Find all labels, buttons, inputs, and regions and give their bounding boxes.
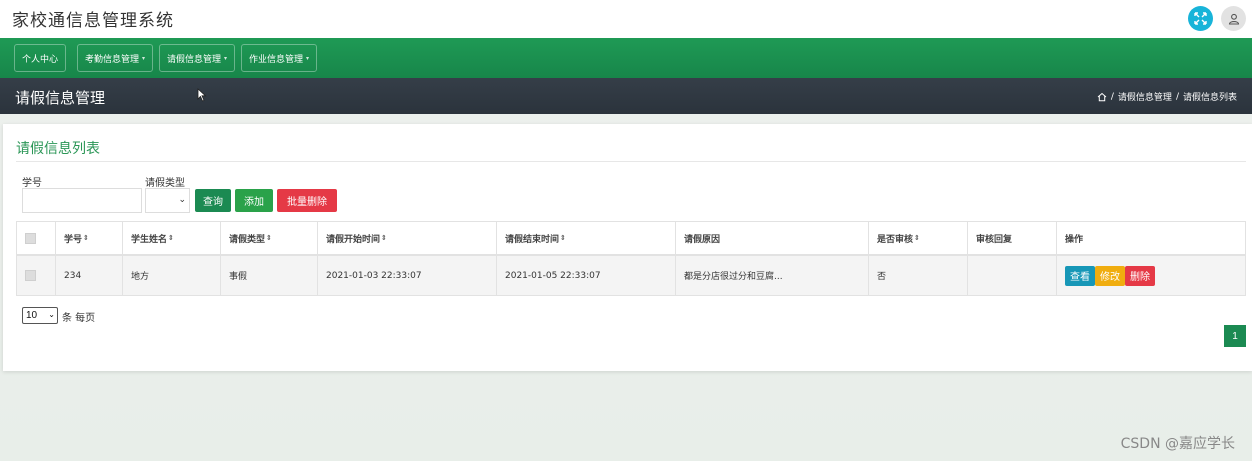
card-title: 请假信息列表 xyxy=(16,141,100,157)
leave-type-select[interactable]: ⌄ xyxy=(145,188,190,213)
column-header[interactable]: 请假结束时间 ⇕ xyxy=(496,222,675,254)
chevron-down-icon: ⌄ xyxy=(48,310,55,319)
breadcrumb-separator: / xyxy=(1110,91,1114,102)
cell-student-name: 地方 xyxy=(122,256,220,295)
student-id-input[interactable] xyxy=(22,188,142,213)
page-size-label: 条 每页 xyxy=(62,313,96,324)
column-header-label: 请假开始时间 xyxy=(326,234,381,245)
column-header: 请假原因 xyxy=(675,222,868,254)
home-icon[interactable] xyxy=(1097,92,1107,102)
column-header[interactable]: 是否审核 ⇕ xyxy=(868,222,967,254)
page-size-value: 10 xyxy=(26,310,38,321)
student-id-label: 学号 xyxy=(22,178,42,189)
cell-leave-type: 事假 xyxy=(220,256,317,295)
column-header[interactable]: 请假开始时间 ⇕ xyxy=(317,222,496,254)
cell-student-id: 234 xyxy=(55,256,122,295)
leave-type-label: 请假类型 xyxy=(145,178,185,189)
expand-icon xyxy=(1194,12,1207,25)
cell-reviewed: 否 xyxy=(868,256,967,295)
breadcrumb: / 请假信息管理 / 请假信息列表 xyxy=(1097,90,1237,103)
table-row: 234 地方 事假 2021-01-03 22:33:07 2021-01-05… xyxy=(17,256,1245,295)
column-header-label: 审核回复 xyxy=(976,234,1013,245)
nav-item-attendance[interactable]: 考勤信息管理 ▾ xyxy=(77,44,154,72)
nav-item-homework[interactable]: 作业信息管理 ▾ xyxy=(241,44,318,72)
chevron-down-icon: ▾ xyxy=(224,54,228,62)
sort-icon: ⇕ xyxy=(381,234,387,242)
add-button[interactable]: 添加 xyxy=(235,189,273,212)
batch-delete-button[interactable]: 批量删除 xyxy=(277,189,337,212)
column-header-label: 请假结束时间 xyxy=(505,234,560,245)
top-bar: 家校通信息管理系统 xyxy=(0,0,1252,38)
column-header-label: 请假类型 xyxy=(229,234,266,245)
sort-icon: ⇕ xyxy=(83,234,89,242)
cell-reason: 都是分店很过分和豆腐... xyxy=(675,256,868,295)
user-icon xyxy=(1228,13,1239,25)
nav-item-leave[interactable]: 请假信息管理 ▾ xyxy=(159,44,236,72)
cell-actions: 查看 修改 删除 xyxy=(1056,256,1245,295)
cell-reply xyxy=(967,256,1056,295)
column-header-label: 学号 xyxy=(64,234,83,245)
column-header-label: 操作 xyxy=(1065,234,1084,245)
breadcrumb-separator: / xyxy=(1175,91,1179,102)
select-all-checkbox[interactable] xyxy=(25,232,36,244)
nav-item-label: 作业信息管理 xyxy=(249,54,304,65)
user-menu-button[interactable] xyxy=(1221,6,1246,31)
column-header: 操作 xyxy=(1056,222,1245,254)
query-button[interactable]: 查询 xyxy=(195,189,231,212)
select-all-cell xyxy=(17,222,55,254)
sort-icon: ⇕ xyxy=(168,234,174,242)
fullscreen-button[interactable] xyxy=(1188,6,1213,31)
column-header: 审核回复 xyxy=(967,222,1056,254)
cell-start-time: 2021-01-03 22:33:07 xyxy=(317,256,496,295)
page-header: 请假信息管理 / 请假信息管理 / 请假信息列表 xyxy=(0,78,1252,114)
chevron-down-icon: ▾ xyxy=(306,54,310,62)
watermark: CSDN @嘉应学长 xyxy=(1120,436,1235,452)
table-header: 学号 ⇕ 学生姓名 ⇕ 请假类型 ⇕ 请假开始时间 ⇕ 请假结束时间 ⇕ 请假原因 是否审… xyxy=(17,222,1245,256)
nav-item-label: 请假信息管理 xyxy=(167,54,222,65)
delete-button[interactable]: 删除 xyxy=(1125,265,1155,286)
sort-icon: ⇕ xyxy=(914,234,920,242)
nav-item-label: 个人中心 xyxy=(22,54,59,65)
row-checkbox[interactable] xyxy=(25,270,36,281)
app-title: 家校通信息管理系统 xyxy=(12,11,174,31)
column-header[interactable]: 请假类型 ⇕ xyxy=(220,222,317,254)
view-button[interactable]: 查看 xyxy=(1065,265,1095,286)
breadcrumb-item[interactable]: 请假信息管理 xyxy=(1118,90,1172,103)
breadcrumb-item-current: 请假信息列表 xyxy=(1182,93,1237,103)
cell-end-time: 2021-01-05 22:33:07 xyxy=(496,256,675,295)
leave-list-card: 请假信息列表 学号 请假类型 ⌄ 查询 添加 批量删除 学号 ⇕ 学生姓名 ⇕ 请假… xyxy=(3,124,1252,371)
page-size-select[interactable]: 10 ⌄ xyxy=(22,307,58,324)
column-header[interactable]: 学号 ⇕ xyxy=(55,222,122,254)
column-header-label: 学生姓名 xyxy=(131,234,168,245)
column-header-label: 是否审核 xyxy=(877,234,914,245)
leave-table: 学号 ⇕ 学生姓名 ⇕ 请假类型 ⇕ 请假开始时间 ⇕ 请假结束时间 ⇕ 请假原因 是否审… xyxy=(16,221,1246,296)
nav-item-personal-center[interactable]: 个人中心 xyxy=(14,44,67,72)
column-header-label: 请假原因 xyxy=(684,234,721,245)
mouse-cursor-icon xyxy=(197,88,207,102)
sort-icon: ⇕ xyxy=(560,234,566,242)
divider xyxy=(16,161,1246,162)
page-title: 请假信息管理 xyxy=(15,89,106,107)
nav-item-label: 考勤信息管理 xyxy=(85,54,140,65)
edit-button[interactable]: 修改 xyxy=(1095,265,1125,286)
row-select-cell xyxy=(17,256,55,295)
column-header[interactable]: 学生姓名 ⇕ xyxy=(122,222,220,254)
chevron-down-icon: ⌄ xyxy=(178,194,186,204)
page-number-button[interactable]: 1 xyxy=(1224,325,1246,347)
main-nav: 个人中心 考勤信息管理 ▾ 请假信息管理 ▾ 作业信息管理 ▾ xyxy=(0,38,1252,78)
chevron-down-icon: ▾ xyxy=(142,54,146,62)
sort-icon: ⇕ xyxy=(266,234,272,242)
